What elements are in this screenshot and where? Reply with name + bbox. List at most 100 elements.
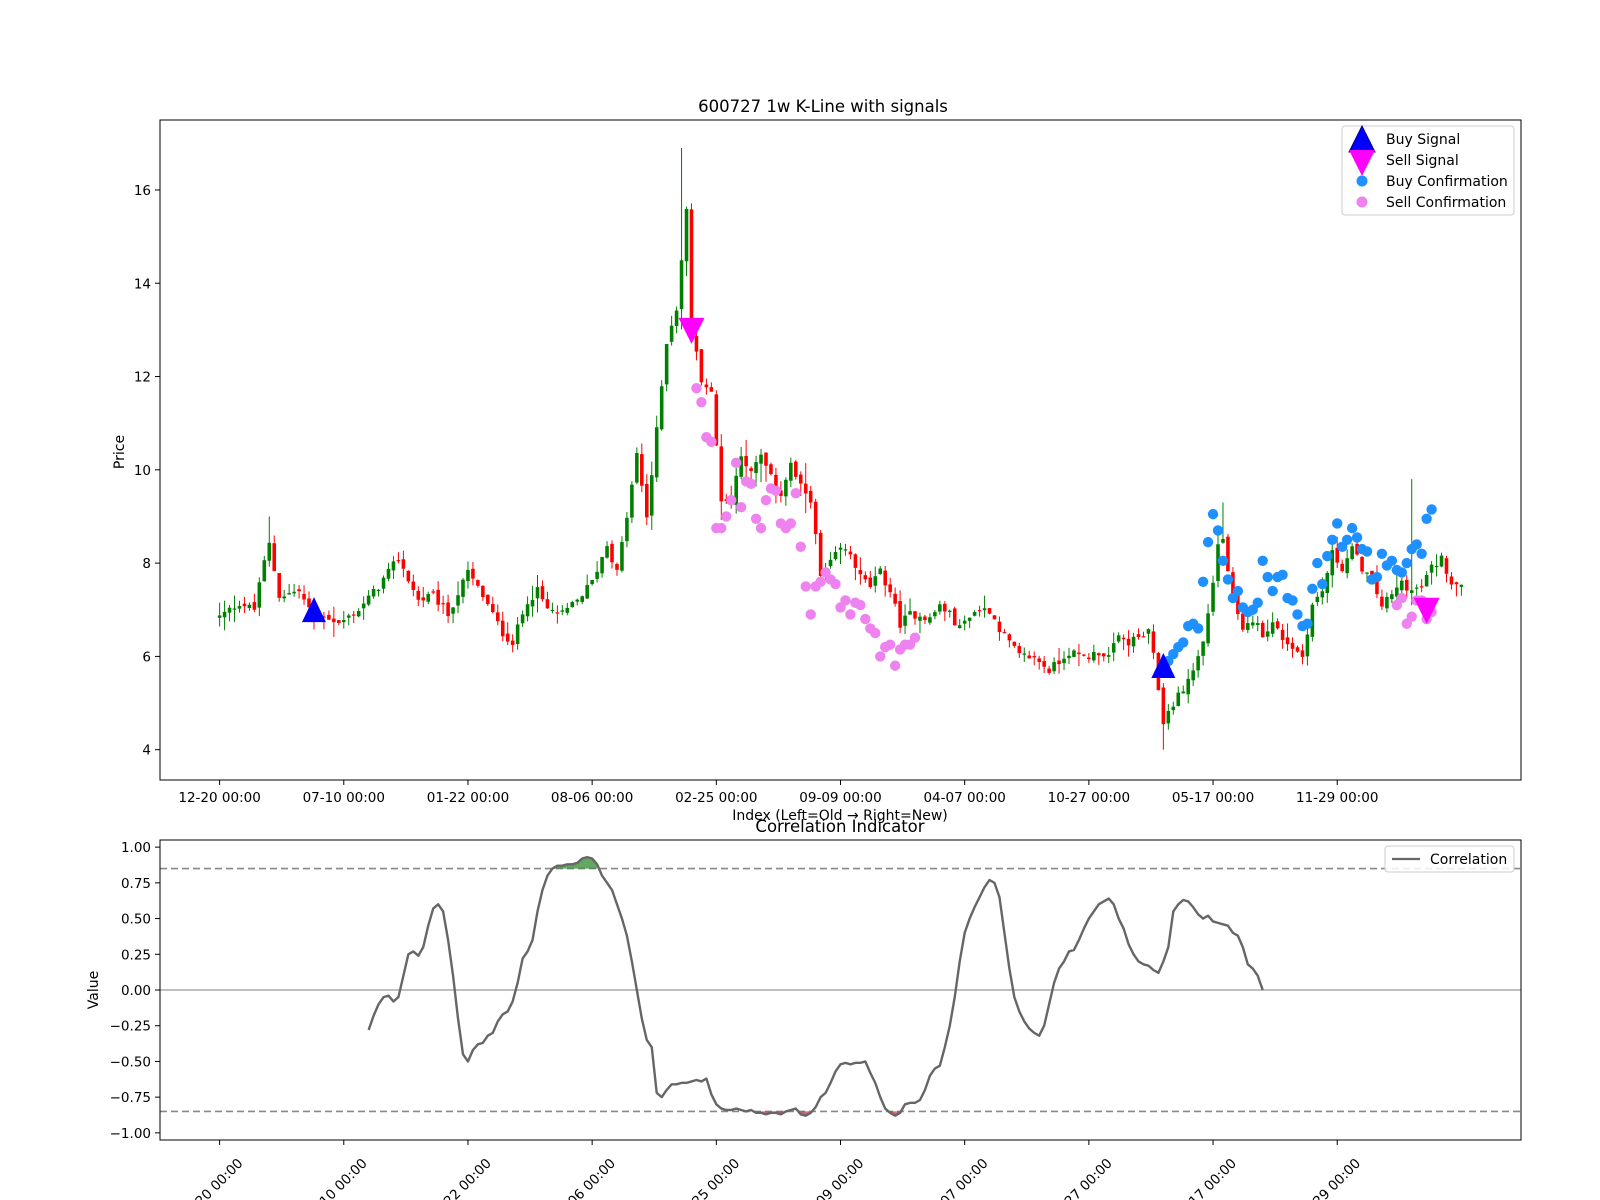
candle-body bbox=[227, 607, 232, 613]
candle-body bbox=[237, 606, 242, 609]
candle-body bbox=[669, 325, 674, 342]
candlestick bbox=[1226, 533, 1230, 572]
sell-confirmation-point bbox=[884, 639, 896, 650]
candle-body bbox=[704, 384, 709, 388]
candle-body bbox=[1320, 591, 1325, 598]
candle-body bbox=[699, 349, 704, 383]
sell-confirmation-point bbox=[840, 595, 851, 606]
sell-confirmation-point bbox=[830, 578, 841, 590]
candle-body bbox=[1255, 623, 1260, 625]
sell-confirmation-point bbox=[1396, 592, 1407, 604]
sell-confirmation-point bbox=[855, 599, 866, 611]
candle-body bbox=[1082, 654, 1086, 656]
candle-body bbox=[972, 612, 977, 616]
sell-confirmation-point bbox=[845, 609, 856, 620]
candle-body bbox=[495, 612, 500, 622]
sell-confirmation-point bbox=[805, 609, 816, 620]
candle-body bbox=[476, 580, 480, 586]
candle-body bbox=[997, 621, 1002, 633]
candle-body bbox=[1191, 670, 1195, 681]
candle-body bbox=[883, 570, 887, 586]
candle-body bbox=[1201, 641, 1205, 656]
candle-body bbox=[649, 475, 654, 516]
correlation-y-tick-label: −0.75 bbox=[110, 1090, 151, 1106]
candle-body bbox=[1067, 655, 1071, 659]
candle-body bbox=[808, 490, 813, 503]
candle-body bbox=[1206, 613, 1210, 644]
candle-body bbox=[267, 542, 272, 561]
sell-confirmation-point bbox=[706, 436, 717, 448]
candle-body bbox=[1151, 631, 1156, 653]
candle-body bbox=[1121, 637, 1126, 640]
sell-confirmation-point bbox=[815, 576, 826, 587]
buy-confirmation-point bbox=[1212, 525, 1224, 536]
candle-body bbox=[898, 601, 902, 628]
candle-body bbox=[1380, 596, 1384, 607]
candle-body bbox=[461, 579, 465, 597]
candle-body bbox=[297, 589, 301, 592]
candle-body bbox=[1221, 538, 1225, 543]
correlation-y-tick-label: −0.50 bbox=[110, 1054, 151, 1070]
candlestick bbox=[1260, 620, 1265, 638]
candle-body bbox=[580, 596, 584, 602]
buy-confirmation-point bbox=[1262, 571, 1273, 583]
candle-body bbox=[252, 602, 257, 610]
candle-body bbox=[1459, 584, 1464, 587]
candle-body bbox=[848, 551, 853, 555]
candle-body bbox=[918, 616, 922, 621]
sell-confirmation-point bbox=[750, 513, 762, 524]
candle-body bbox=[659, 386, 664, 430]
sell-confirmation-point bbox=[745, 478, 757, 490]
candlestick bbox=[664, 343, 669, 392]
candle-body bbox=[351, 614, 356, 616]
candle-body bbox=[1444, 558, 1449, 574]
candle-body bbox=[540, 586, 545, 600]
candle-body bbox=[1176, 692, 1181, 706]
legend-label-buy-signal: Buy Signal bbox=[1386, 132, 1460, 148]
candle-body bbox=[943, 603, 947, 612]
candle-body bbox=[1211, 582, 1215, 612]
candle-body bbox=[232, 608, 237, 610]
candle-body bbox=[1226, 536, 1230, 572]
correlation-y-tick-label: 0.25 bbox=[121, 947, 151, 963]
buy-confirmation-point bbox=[1252, 597, 1263, 608]
candle-body bbox=[962, 620, 967, 624]
buy-confirmation-point bbox=[1192, 623, 1204, 634]
candle-body bbox=[272, 543, 277, 571]
sell-confirmation-point bbox=[875, 651, 886, 662]
candle-body bbox=[520, 614, 525, 624]
candle-body bbox=[1424, 574, 1429, 587]
buy-confirmation-point bbox=[1401, 557, 1412, 569]
sell-confirmation-point bbox=[755, 522, 767, 534]
candle-body bbox=[1181, 691, 1186, 694]
candle-body bbox=[1092, 651, 1096, 661]
buy-confirmation-point bbox=[1341, 534, 1353, 545]
candle-body bbox=[282, 596, 286, 599]
candle-body bbox=[1404, 579, 1409, 591]
sell-confirmation-point bbox=[870, 627, 881, 639]
buy-confirmation-point bbox=[1416, 548, 1427, 559]
candle-body bbox=[575, 599, 580, 602]
candle-body bbox=[1196, 656, 1200, 671]
candle-body bbox=[1027, 655, 1032, 659]
candle-body bbox=[828, 559, 833, 567]
legend-label-sell-signal: Sell Signal bbox=[1386, 153, 1459, 169]
kline-x-tick-label: 05-17 00:00 bbox=[1172, 790, 1254, 806]
candle-body bbox=[938, 604, 942, 612]
candle-body bbox=[952, 608, 957, 626]
candle-body bbox=[371, 589, 376, 597]
candle-body bbox=[1166, 710, 1171, 724]
candle-body bbox=[1365, 572, 1369, 574]
candlestick bbox=[659, 380, 664, 431]
candle-body bbox=[674, 310, 679, 327]
buy-confirmation-point bbox=[1197, 576, 1209, 587]
candle-body bbox=[1340, 563, 1344, 572]
candle-body bbox=[346, 615, 351, 618]
candle-body bbox=[794, 461, 798, 477]
figure: 600727 1w K-Line with signals 4 6 8 10 12 14 1… bbox=[0, 0, 1600, 1200]
kline-y-tick-label: 14 bbox=[134, 276, 151, 292]
candle-body bbox=[436, 589, 440, 605]
sell-confirmation-point bbox=[800, 581, 811, 592]
candle-body bbox=[222, 611, 227, 618]
candle-body bbox=[515, 624, 520, 644]
